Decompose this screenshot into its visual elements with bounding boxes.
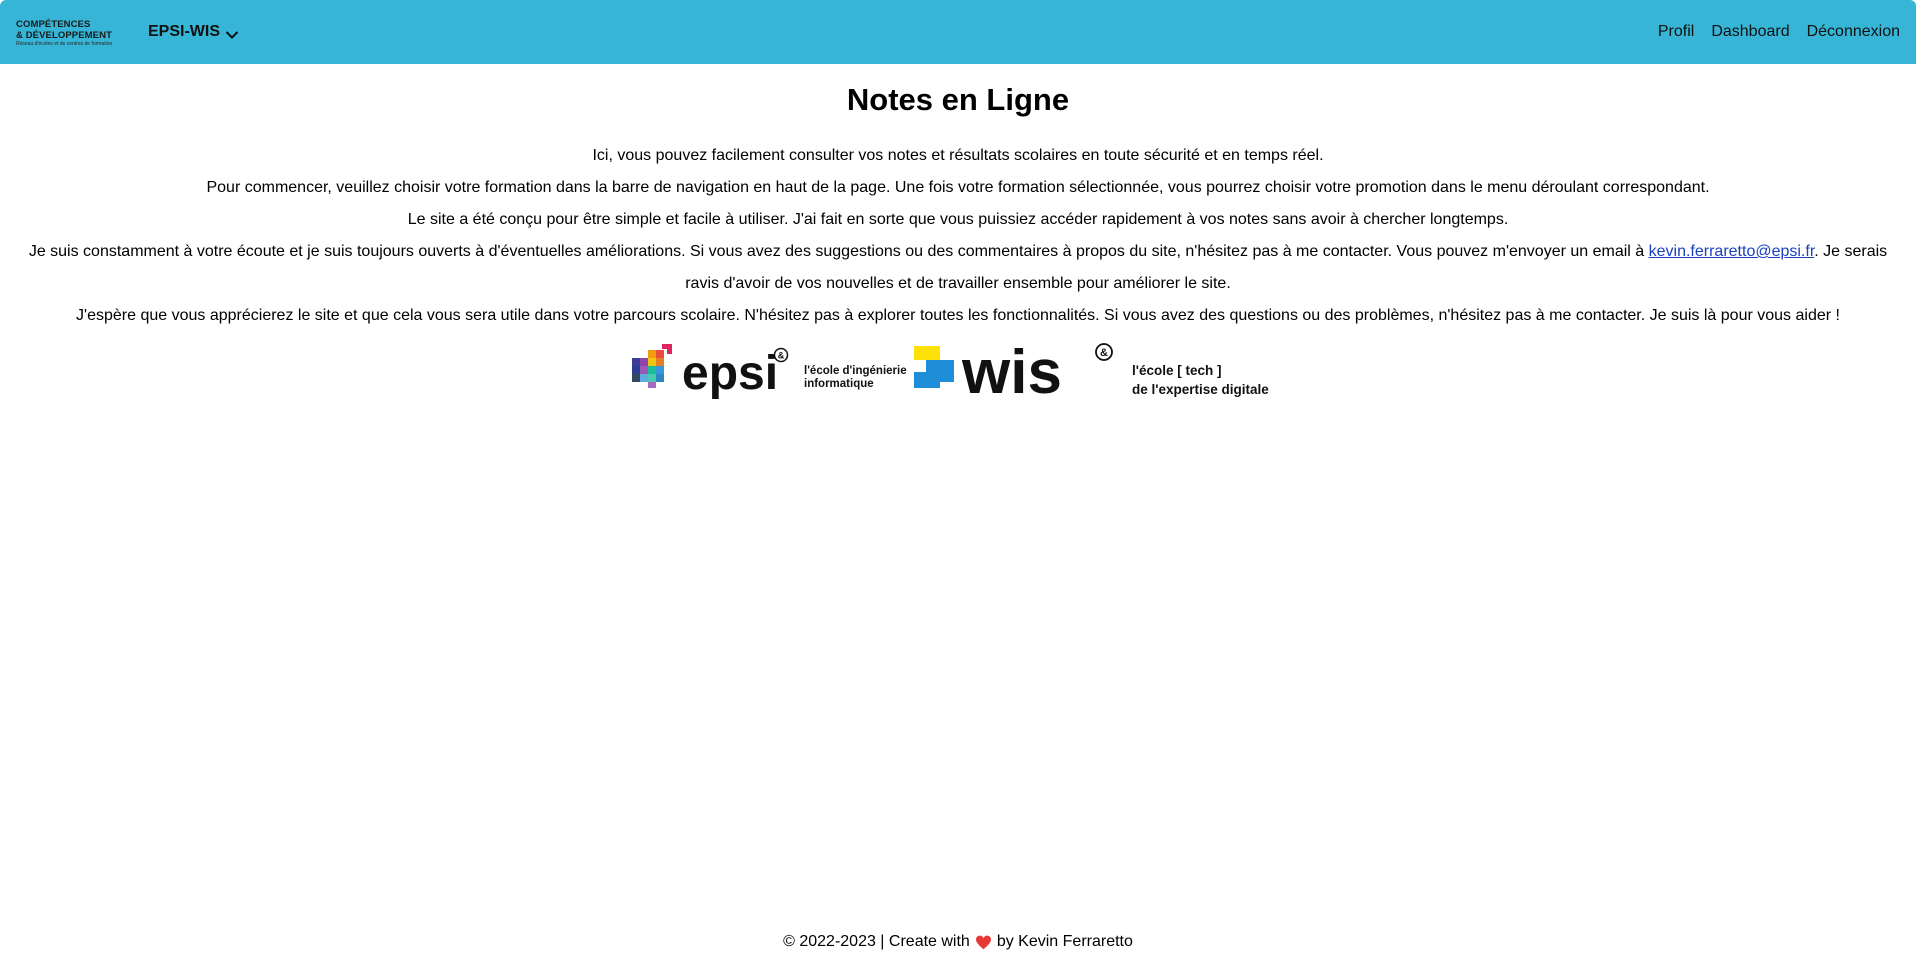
school-logos: epsi & l'école d'ingénierie informatique… — [632, 338, 1284, 407]
brand-line-3: Réseau d'écoles et de centres de formati… — [16, 40, 113, 47]
wis-registered-mark: & — [1100, 347, 1108, 359]
wis-tagline-2: de l'expertise digitale — [1132, 382, 1269, 397]
intro-paragraph-4: Je suis constamment à votre écoute et je… — [24, 236, 1892, 300]
page-title: Notes en Ligne — [846, 82, 1070, 117]
intro-paragraph-1: Ici, vous pouvez facilement consulter vo… — [592, 147, 1324, 164]
heart-icon — [975, 935, 992, 950]
epsi-mark-icon — [632, 344, 672, 388]
intro-paragraph-5: J'espère que vous apprécierez le site et… — [76, 307, 1840, 324]
intro-paragraph-3: Le site a été conçu pour être simple et … — [407, 211, 1509, 228]
brand-line-2: & DÉVELOPPEMENT — [16, 29, 112, 41]
footer-author: by Kevin Ferraretto — [996, 933, 1133, 950]
nav-link-profil[interactable]: Profil — [1658, 23, 1694, 41]
brand-logo[interactable]: COMPÉTENCES & DÉVELOPPEMENT Réseau d'éco… — [16, 16, 120, 50]
page: COMPÉTENCES & DÉVELOPPEMENT Réseau d'éco… — [0, 0, 1916, 976]
contact-email-link[interactable]: kevin.ferraretto@epsi.fr — [1649, 243, 1815, 260]
wis-mark-icon — [914, 346, 954, 388]
epsi-tagline-1: l'école d'ingénierie — [804, 365, 907, 377]
page-footer: © 2022-2023 | Create with by Kevin Ferra… — [0, 933, 1916, 951]
intro-text: Ici, vous pouvez facilement consulter vo… — [24, 140, 1892, 332]
chevron-down-icon — [225, 27, 239, 39]
nav-link-deconnexion[interactable]: Déconnexion — [1807, 23, 1900, 41]
school-logos-image: epsi & l'école d'ingénierie informatique… — [632, 338, 1269, 407]
paragraph-4-text-start: Je suis constamment à votre écoute et je… — [28, 243, 1649, 260]
brand-line-1: COMPÉTENCES — [16, 18, 91, 30]
footer-copyright: © 2022-2023 | Create with — [783, 933, 970, 950]
epsi-wordmark: epsi — [682, 347, 778, 400]
formation-dropdown-label: EPSI-WIS — [148, 23, 221, 40]
top-navbar: COMPÉTENCES & DÉVELOPPEMENT Réseau d'éco… — [0, 0, 1916, 64]
epsi-tagline-2: informatique — [804, 378, 874, 390]
epsi-registered-mark: & — [778, 351, 785, 361]
formation-dropdown[interactable]: EPSI-WIS — [148, 20, 239, 44]
nav-links: Profil Dashboard Déconnexion — [1658, 20, 1900, 44]
intro-paragraph-2: Pour commencer, veuillez choisir votre f… — [206, 179, 1710, 196]
wis-wordmark: wis — [961, 342, 1062, 402]
wis-tagline-1: l'école [ tech ] — [1132, 363, 1221, 378]
nav-link-dashboard[interactable]: Dashboard — [1711, 23, 1789, 41]
